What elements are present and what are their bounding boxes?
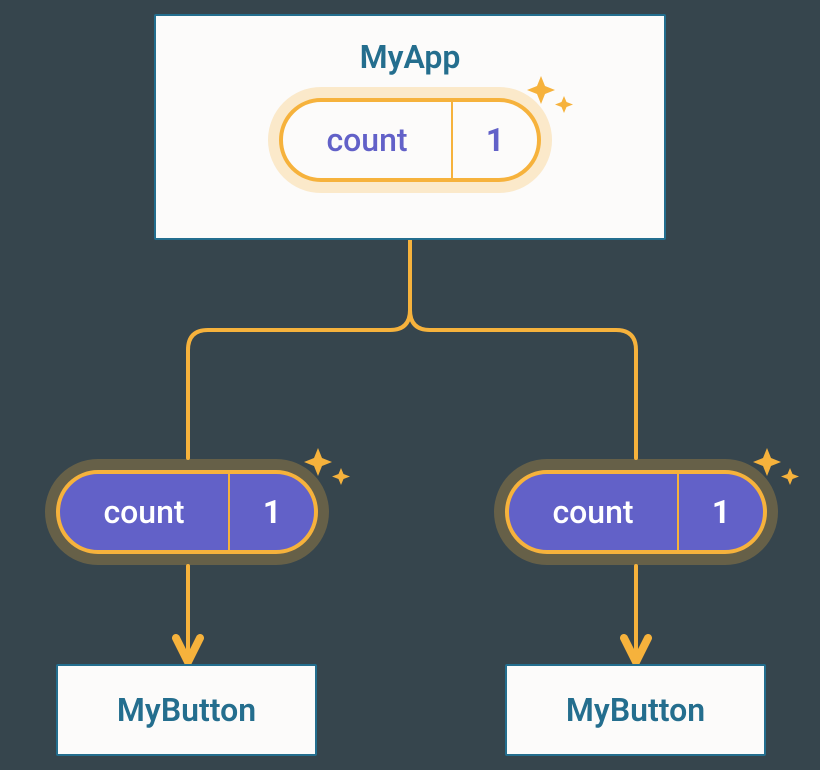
child-prop-pill-right: count 1 <box>505 470 767 554</box>
prop-value: 1 <box>230 474 314 550</box>
prop-label: count <box>60 474 230 550</box>
parent-title: MyApp <box>360 38 461 76</box>
child-component-label: MyButton <box>117 691 256 729</box>
prop-pill: count 1 <box>56 470 318 554</box>
connector-right <box>410 240 636 458</box>
child-component-box-right: MyButton <box>505 664 766 756</box>
state-label: count <box>283 102 453 178</box>
child-component-label: MyButton <box>566 691 705 729</box>
parent-state-pill: count 1 <box>279 98 541 182</box>
diagram-root: MyApp count 1 count 1 count <box>0 0 820 770</box>
state-pill: count 1 <box>279 98 541 182</box>
prop-value: 1 <box>679 474 763 550</box>
child-prop-pill-left: count 1 <box>56 470 318 554</box>
prop-label: count <box>509 474 679 550</box>
prop-pill: count 1 <box>505 470 767 554</box>
parent-component-box: MyApp count 1 <box>154 14 666 240</box>
child-component-box-left: MyButton <box>56 664 317 756</box>
state-value: 1 <box>453 102 537 178</box>
connector-left <box>188 240 410 458</box>
